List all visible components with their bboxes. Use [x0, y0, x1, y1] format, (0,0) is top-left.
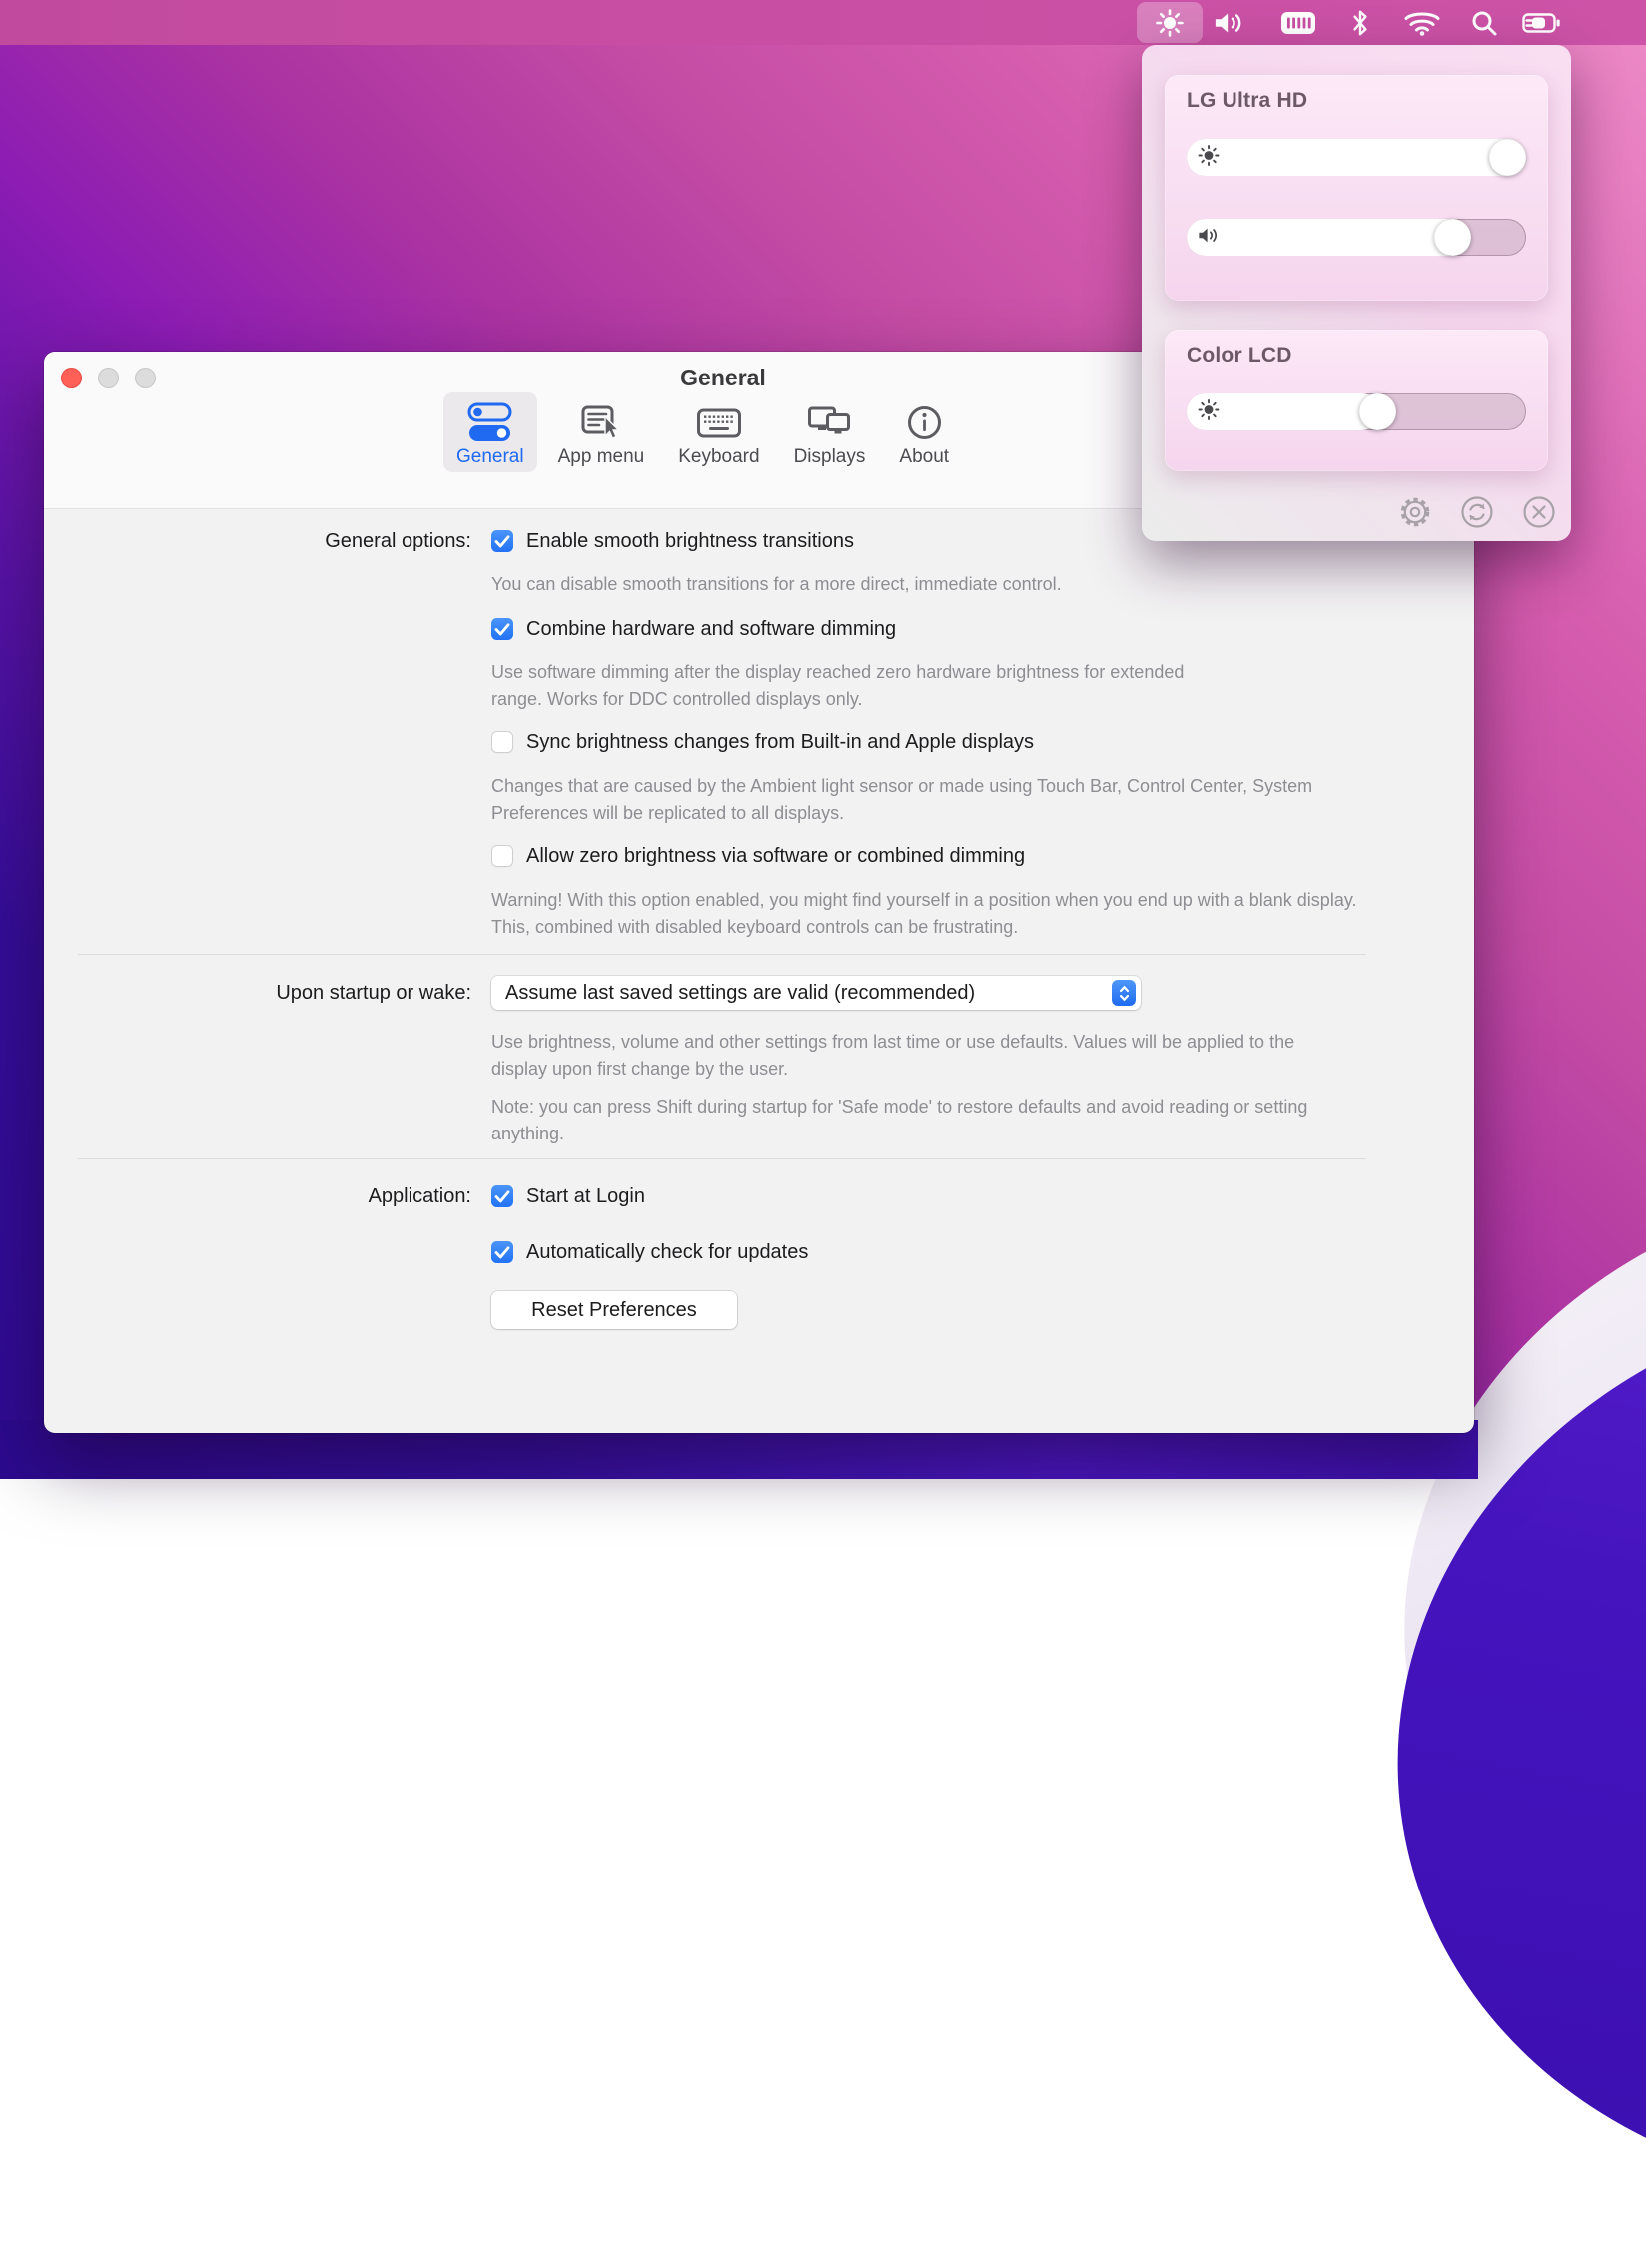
gear-icon	[1397, 494, 1433, 530]
info-icon	[904, 399, 945, 445]
option-row: Combine hardware and software dimming	[491, 617, 896, 641]
display-name: LG Ultra HD	[1187, 89, 1307, 113]
lcd-brightness-slider[interactable]	[1187, 393, 1526, 430]
bluetooth-icon	[1351, 8, 1369, 38]
option-row: Sync brightness changes from Built-in an…	[491, 730, 1034, 754]
checkbox-auto-update[interactable]	[491, 1241, 513, 1263]
startup-note: Note: you can press Shift during startup…	[491, 1094, 1340, 1147]
option-caption: Use software dimming after the display r…	[491, 659, 1231, 713]
checkbox-label: Allow zero brightness via software or co…	[526, 845, 1025, 868]
slider-knob[interactable]	[1489, 139, 1526, 176]
option-caption: You can disable smooth transitions for a…	[491, 571, 1062, 598]
tab-app-menu[interactable]: App menu	[545, 392, 658, 472]
window-title: General	[523, 365, 923, 391]
reset-preferences-button[interactable]: Reset Preferences	[491, 1291, 737, 1329]
tab-label: Displays	[794, 446, 866, 468]
option-caption: Warning! With this option enabled, you m…	[491, 887, 1385, 941]
monitorcontrol-popover: LG Ultra HD	[1142, 45, 1571, 541]
slider-knob[interactable]	[1359, 393, 1396, 430]
search-icon	[1470, 9, 1498, 37]
select-value: Assume last saved settings are valid (re…	[505, 982, 975, 1005]
keyboard-icon	[696, 399, 742, 445]
minimize-traffic-light[interactable]	[98, 368, 119, 388]
menubar-brightness-item[interactable]	[1137, 2, 1203, 43]
monitor-bars-icon	[1280, 10, 1316, 36]
zoom-traffic-light[interactable]	[135, 368, 156, 388]
wifi-icon	[1404, 9, 1440, 36]
close-traffic-light[interactable]	[61, 368, 82, 388]
display-name: Color LCD	[1187, 344, 1292, 368]
lg-volume-slider[interactable]	[1187, 219, 1526, 256]
checkbox-label: Combine hardware and software dimming	[526, 618, 896, 641]
option-row: Enable smooth brightness transitions	[491, 529, 854, 553]
checkbox-label: Automatically check for updates	[526, 1241, 808, 1264]
slider-fill	[1187, 219, 1465, 256]
checkbox-smooth-transitions[interactable]	[491, 530, 513, 552]
quit-button[interactable]	[1521, 494, 1557, 530]
checkbox-sync-brightness[interactable]	[491, 731, 513, 753]
section-divider	[78, 1158, 1366, 1159]
refresh-button[interactable]	[1459, 494, 1495, 530]
menubar-battery-item[interactable]	[1520, 0, 1564, 45]
tab-displays[interactable]: Displays	[781, 392, 879, 472]
checkbox-label: Enable smooth brightness transitions	[526, 530, 854, 553]
brightness-icon	[1198, 398, 1220, 425]
checkbox-label: Sync brightness changes from Built-in an…	[526, 731, 1034, 754]
section-divider	[78, 954, 1366, 955]
menubar-bluetooth-item[interactable]	[1338, 0, 1382, 45]
close-icon	[1522, 495, 1556, 529]
menubar-monitorcontrol-item[interactable]	[1276, 0, 1320, 45]
tab-label: General	[456, 446, 524, 468]
menubar-search-item[interactable]	[1462, 0, 1506, 45]
menu-bar	[0, 0, 1646, 45]
battery-charging-icon	[1522, 8, 1562, 38]
option-row: Start at Login	[491, 1184, 645, 1208]
chevron-up-down-icon	[1118, 984, 1131, 1003]
option-row: Allow zero brightness via software or co…	[491, 844, 1025, 868]
menubar-wifi-item[interactable]	[1400, 0, 1444, 45]
tab-label: Keyboard	[678, 446, 759, 468]
tab-about[interactable]: About	[886, 392, 962, 472]
checkbox-allow-zero-brightness[interactable]	[491, 845, 513, 867]
toolbar-tabs: General App menu	[443, 392, 962, 472]
displays-icon	[807, 399, 852, 445]
lg-brightness-slider[interactable]	[1187, 139, 1526, 176]
app-menu-icon	[579, 399, 623, 445]
checkbox-label: Start at Login	[526, 1185, 645, 1208]
tab-keyboard[interactable]: Keyboard	[665, 392, 772, 472]
volume-icon	[1214, 9, 1247, 37]
tab-label: About	[899, 446, 949, 468]
option-row: Automatically check for updates	[491, 1240, 808, 1264]
popover-footer	[1397, 494, 1557, 530]
startup-caption: Use brightness, volume and other setting…	[491, 1029, 1355, 1083]
option-caption: Changes that are caused by the Ambient l…	[491, 773, 1360, 827]
slider-knob[interactable]	[1434, 219, 1471, 256]
tab-label: App menu	[558, 446, 645, 468]
checkbox-combine-dimming[interactable]	[491, 618, 513, 640]
settings-button[interactable]	[1397, 494, 1433, 530]
tab-general[interactable]: General	[443, 392, 537, 472]
display-card-color-lcd: Color LCD	[1165, 330, 1548, 471]
startup-mode-select[interactable]: Assume last saved settings are valid (re…	[491, 976, 1141, 1010]
select-stepper	[1112, 980, 1136, 1006]
menubar-volume-item[interactable]	[1209, 0, 1252, 45]
section-label-application: Application:	[44, 1184, 471, 1208]
section-label-startup: Upon startup or wake:	[44, 981, 471, 1005]
checkbox-start-at-login[interactable]	[491, 1185, 513, 1207]
brightness-icon	[1198, 144, 1220, 171]
section-label-general-options: General options:	[44, 529, 471, 553]
refresh-icon	[1460, 495, 1494, 529]
volume-icon	[1198, 225, 1220, 250]
toggles-icon	[467, 399, 512, 445]
slider-fill	[1187, 139, 1526, 176]
display-card-lg-ultra-hd: LG Ultra HD	[1165, 75, 1548, 301]
brightness-icon	[1155, 8, 1185, 38]
